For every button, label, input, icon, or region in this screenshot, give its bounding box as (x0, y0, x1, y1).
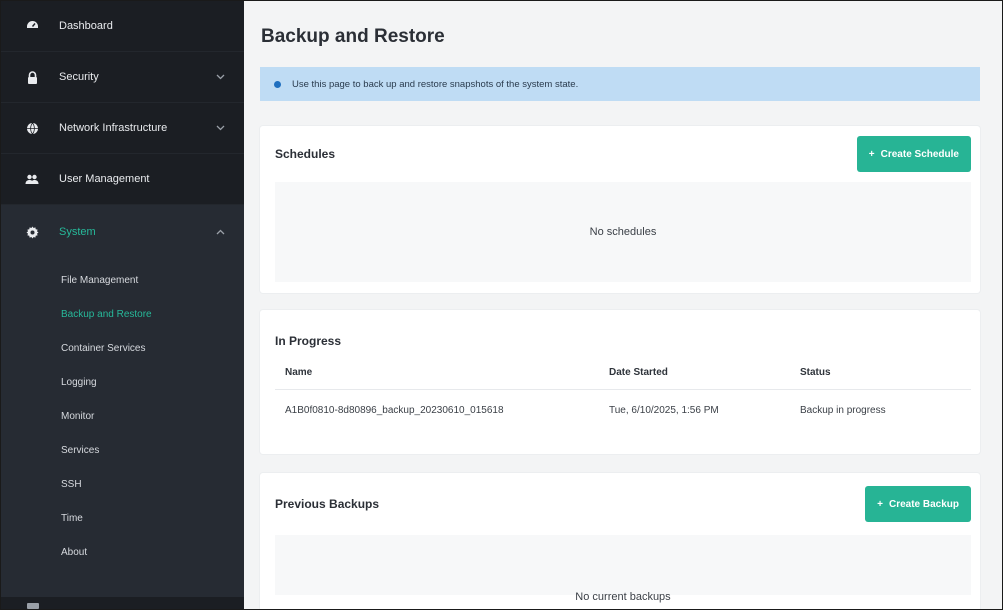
backup-name-cell: A1B0f0810-8d80896_backup_20230610_015618 (285, 404, 504, 416)
chevron-down-icon (214, 122, 226, 134)
schedules-card: Schedules + Create Schedule No schedules (260, 126, 980, 293)
main-content: Backup and Restore Use this page to back… (244, 1, 1002, 609)
globe-icon (25, 121, 39, 135)
info-banner: Use this page to back up and restore sna… (260, 67, 980, 101)
sidebar-item-label: Network Infrastructure (59, 122, 168, 134)
date-started-cell: Tue, 6/10/2025, 1:56 PM (609, 404, 719, 416)
create-schedule-label: Create Schedule (880, 148, 959, 160)
sidebar-bottom-section (1, 597, 244, 609)
in-progress-card: In Progress Name Date Started Status A1B… (260, 310, 980, 454)
sidebar-item-dashboard[interactable]: Dashboard (1, 1, 244, 52)
sidebar-subitem-file-management[interactable]: File Management (1, 263, 244, 297)
lock-icon (25, 70, 39, 84)
sidebar-subitem-monitor[interactable]: Monitor (1, 399, 244, 433)
page-title: Backup and Restore (261, 26, 445, 47)
in-progress-header: In Progress (260, 310, 980, 356)
users-icon (25, 172, 39, 186)
sidebar-item-label: Security (59, 71, 99, 83)
sidebar-item-security[interactable]: Security (1, 52, 244, 103)
backups-empty-state: No current backups (275, 535, 971, 603)
schedules-empty-text: No schedules (589, 226, 657, 238)
sidebar-subitem-about[interactable]: About (1, 535, 244, 569)
sidebar-subitem-time[interactable]: Time (1, 501, 244, 535)
system-submenu: File Management Backup and Restore Conta… (1, 259, 244, 569)
sidebar-subitem-services[interactable]: Services (1, 433, 244, 467)
create-backup-button[interactable]: + Create Backup (865, 486, 971, 522)
schedules-title: Schedules (275, 147, 336, 161)
column-header-date-started[interactable]: Date Started (609, 367, 800, 378)
backups-empty-text: No current backups (575, 591, 671, 603)
in-progress-title: In Progress (275, 334, 342, 348)
chevron-up-icon (214, 226, 226, 238)
sidebar-item-network-infrastructure[interactable]: Network Infrastructure (1, 103, 244, 154)
sidebar: Dashboard Security Network Infrastructur… (1, 1, 244, 609)
sidebar-item-label: Dashboard (59, 20, 113, 32)
partial-icon (27, 603, 39, 609)
sidebar-item-system[interactable]: System (1, 205, 244, 259)
info-icon (274, 80, 281, 88)
plus-icon: + (877, 498, 883, 510)
column-header-name[interactable]: Name (275, 367, 609, 378)
column-header-status[interactable]: Status (800, 367, 971, 378)
chevron-down-icon (214, 71, 226, 83)
previous-backups-card: Previous Backups + Create Backup No curr… (260, 473, 980, 609)
dashboard-icon (25, 19, 39, 33)
sidebar-subitem-backup-and-restore[interactable]: Backup and Restore (1, 297, 244, 331)
status-cell: Backup in progress (800, 404, 886, 416)
sidebar-subitem-ssh[interactable]: SSH (1, 467, 244, 501)
table-row[interactable]: A1B0f0810-8d80896_backup_20230610_015618… (275, 390, 971, 430)
sidebar-subitem-logging[interactable]: Logging (1, 365, 244, 399)
info-banner-text: Use this page to back up and restore sna… (292, 78, 579, 90)
sidebar-subitem-container-services[interactable]: Container Services (1, 331, 244, 365)
table-header-row: Name Date Started Status (275, 356, 971, 390)
previous-backups-title: Previous Backups (275, 497, 380, 511)
schedules-header: Schedules + Create Schedule (260, 126, 980, 182)
sidebar-item-label: User Management (59, 173, 150, 185)
gear-icon (25, 225, 39, 239)
sidebar-top-section: Dashboard Security Network Infrastructur… (1, 1, 244, 205)
create-backup-label: Create Backup (888, 498, 959, 510)
in-progress-table: Name Date Started Status A1B0f0810-8d808… (275, 356, 971, 430)
previous-backups-header: Previous Backups + Create Backup (260, 473, 980, 535)
sidebar-item-user-management[interactable]: User Management (1, 154, 244, 205)
app-window: Dashboard Security Network Infrastructur… (0, 0, 1003, 610)
schedules-empty-state: No schedules (275, 182, 971, 282)
sidebar-item-label: System (59, 226, 96, 238)
plus-icon: + (868, 148, 875, 160)
create-schedule-button[interactable]: + Create Schedule (856, 136, 971, 172)
